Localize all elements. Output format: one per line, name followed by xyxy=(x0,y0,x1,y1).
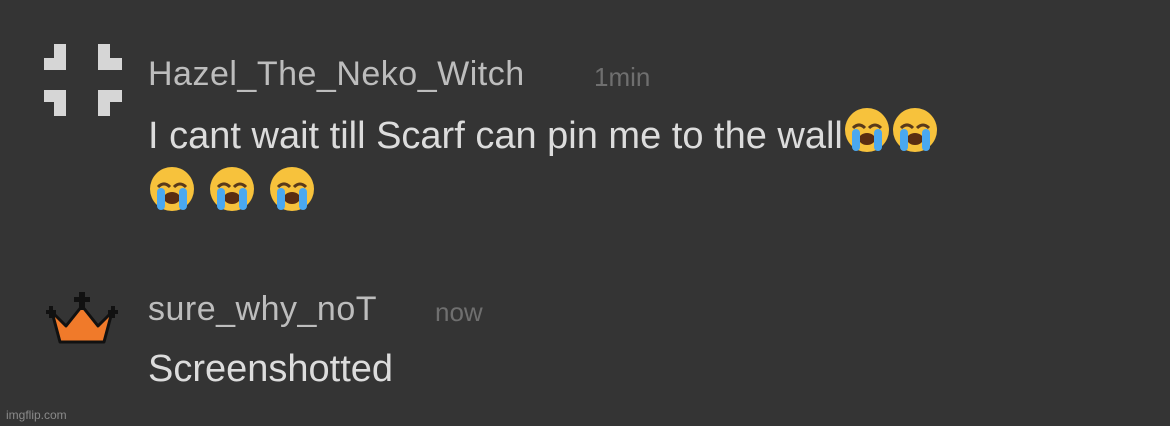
comment-item: sure_why_noT now Screenshotted xyxy=(0,0,1170,426)
comment-message: Screenshotted xyxy=(148,348,394,390)
imgflip-watermark: imgflip.com xyxy=(6,408,67,422)
crown-icon[interactable] xyxy=(46,292,118,344)
comment-username[interactable]: sure_why_noT xyxy=(148,290,377,329)
comment-timestamp: now xyxy=(435,297,483,327)
